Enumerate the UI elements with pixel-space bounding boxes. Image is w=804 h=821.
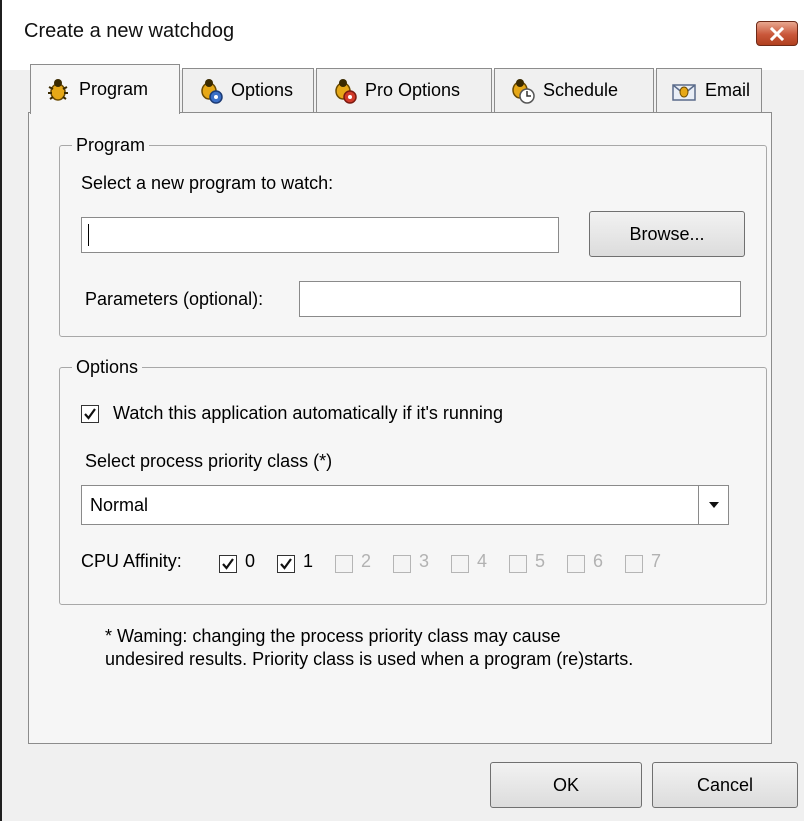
checkmark-icon [222,558,234,570]
checkmark-icon [84,408,96,420]
cpu-3-label: 3 [419,551,430,571]
window-title: Create a new watchdog [24,20,235,42]
cpu-affinity-label: CPU Affinity: [81,551,182,571]
parameters-input[interactable] [299,281,741,317]
select-program-label: Select a new program to watch: [81,173,334,193]
pro-bug-icon [335,78,357,104]
cpu-5-checkbox [509,555,527,573]
tab-label: Program [79,79,149,99]
priority-class-value: Normal [90,495,149,515]
dropdown-arrow-button[interactable] [698,486,728,524]
tab-schedule[interactable]: Schedule [494,68,654,112]
cancel-button[interactable]: Cancel [652,762,798,808]
priority-class-select[interactable]: Normal [81,485,729,525]
close-button[interactable] [756,21,798,46]
parameters-label: Parameters (optional): [85,289,264,309]
program-path-input[interactable] [81,217,559,253]
tab-email[interactable]: Email [656,68,762,112]
cpu-2-label: 2 [361,551,372,571]
tab-label: Schedule [543,80,619,100]
watch-auto-label: Watch this application automatically if … [113,403,503,423]
cpu-3-checkbox [393,555,411,573]
warning-line-2: undesired results. Priority class is use… [105,649,634,669]
close-icon [769,26,785,41]
cpu-4-checkbox [451,555,469,573]
clock-bug-icon [512,78,535,104]
browse-button[interactable]: Browse... [589,211,745,257]
gear-bug-icon [201,78,223,104]
cpu-5-label: 5 [535,551,546,571]
tab-pro-options[interactable]: Pro Options [316,68,492,112]
browse-button-label: Browse... [629,223,705,244]
ok-button-label: OK [552,774,579,795]
priority-label: Select process priority class (*) [85,451,333,471]
tab-label: Pro Options [365,80,461,100]
cancel-button-label: Cancel [696,774,754,795]
checkmark-icon [280,558,292,570]
cpu-0-checkbox[interactable] [219,555,237,573]
cpu-6-label: 6 [593,551,604,571]
cpu-1-label: 1 [303,551,314,571]
cpu-2-checkbox [335,555,353,573]
ok-button[interactable]: OK [490,762,642,808]
cpu-0-label: 0 [245,551,256,571]
cpu-6-checkbox [567,555,585,573]
priority-warning: * Waming: changing the process priority … [105,625,633,671]
cpu-7-checkbox [625,555,643,573]
options-group-legend: Options [76,357,139,377]
program-group-legend: Program [76,135,146,155]
tab-panel-program: Program Select a new program to watch: B… [28,112,772,744]
tab-label: Email [705,80,751,100]
watch-auto-checkbox[interactable] [81,405,99,423]
tab-program[interactable]: Program [30,64,180,114]
email-bug-icon [672,83,696,101]
chevron-down-icon [708,502,719,508]
dialog-window: Create a new watchdog Program Options Pr… [0,0,804,821]
text-caret [88,224,89,246]
cpu-1-checkbox[interactable] [277,555,295,573]
cpu-7-label: 7 [651,551,662,571]
cpu-4-label: 4 [477,551,488,571]
title-bar: Create a new watchdog [2,0,804,70]
bug-icon [48,78,68,101]
warning-line-1: * Waming: changing the process priority … [105,626,561,646]
tab-options[interactable]: Options [182,68,314,112]
tab-label: Options [231,80,294,100]
